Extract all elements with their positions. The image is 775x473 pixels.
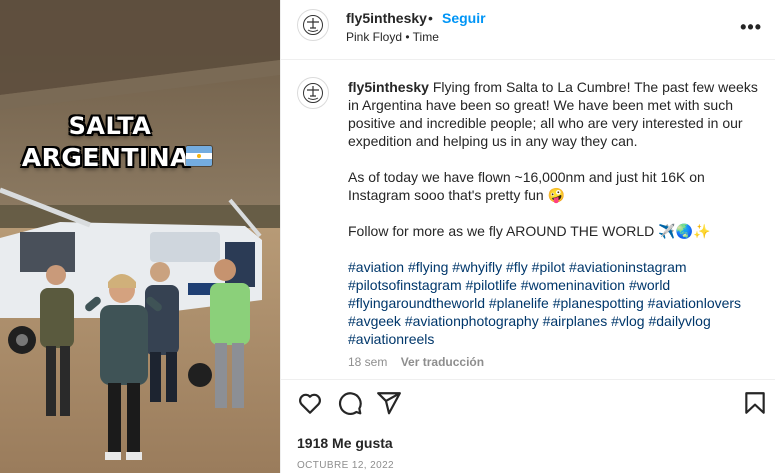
more-options-icon[interactable]: ••• <box>740 17 762 38</box>
likes-count[interactable]: 1918 Me gusta <box>297 435 393 451</box>
avatar[interactable] <box>297 9 329 41</box>
post-date[interactable]: OCTUBRE 12, 2022 <box>297 460 394 471</box>
argentina-flag-icon <box>186 146 212 166</box>
overlay-text-salta: SALTA <box>68 112 152 140</box>
see-translation-button[interactable]: Ver traducción <box>401 355 484 369</box>
caption-section: fly5inthesky Flying from Salta to La Cum… <box>281 60 775 380</box>
hashtag-link[interactable]: #dailyvlog <box>648 313 710 329</box>
share-icon[interactable] <box>376 390 402 416</box>
audio-subline[interactable]: Pink Floyd • Time <box>346 30 439 44</box>
hashtag-link[interactable]: #aviationinstagram <box>569 259 687 275</box>
hashtag-link[interactable]: #pilotlife <box>466 277 517 293</box>
bookmark-icon[interactable] <box>742 390 768 416</box>
post-age: 18 sem <box>348 355 388 369</box>
heart-icon[interactable] <box>297 390 323 416</box>
caption-meta: 18 sem Ver traducción <box>348 355 484 369</box>
hashtag-link[interactable]: #aviation <box>348 259 404 275</box>
hashtag-link[interactable]: #whyifly <box>452 259 502 275</box>
caption-username[interactable]: fly5inthesky <box>348 79 429 95</box>
hashtag-link[interactable]: #world <box>629 277 670 293</box>
hashtag-link[interactable]: #flyingaroundtheworld <box>348 295 485 311</box>
hashtag-link[interactable]: #flying <box>408 259 448 275</box>
caption-text: fly5inthesky Flying from Salta to La Cum… <box>348 78 758 366</box>
hashtag-link[interactable]: #aviationlovers <box>648 295 741 311</box>
hashtag-list: #aviation #flying #whyifly #fly #pilot #… <box>348 258 758 348</box>
hashtag-link[interactable]: #pilot <box>532 259 565 275</box>
hashtag-link[interactable]: #pilotsofinstagram <box>348 277 462 293</box>
caption-paragraph-3: Follow for more as we fly AROUND THE WOR… <box>348 223 711 239</box>
post-header: fly5inthesky • Seguir Pink Floyd • Time … <box>281 0 775 60</box>
media-photo <box>0 0 280 473</box>
hashtag-link[interactable]: #planelife <box>489 295 549 311</box>
follow-button[interactable]: Seguir <box>442 10 486 26</box>
username-link[interactable]: fly5inthesky <box>346 10 427 26</box>
hashtag-link[interactable]: #airplanes <box>543 313 608 329</box>
hashtag-link[interactable]: #aviationreels <box>348 331 434 347</box>
caption-paragraph-2: As of today we have flown ~16,000nm and … <box>348 169 705 203</box>
hashtag-link[interactable]: #avgeek <box>348 313 401 329</box>
hashtag-link[interactable]: #vlog <box>611 313 644 329</box>
caption-avatar[interactable] <box>297 77 329 109</box>
post-media[interactable]: SALTA ARGENTINA <box>0 0 280 473</box>
overlay-text-argentina: ARGENTINA <box>21 143 190 172</box>
hashtag-link[interactable]: #womeninavition <box>521 277 625 293</box>
separator-dot: • <box>428 10 433 26</box>
action-bar <box>281 390 775 422</box>
logo-icon <box>303 15 323 35</box>
hashtag-link[interactable]: #fly <box>506 259 528 275</box>
logo-icon <box>303 83 323 103</box>
post-details-panel: fly5inthesky • Seguir Pink Floyd • Time … <box>280 0 775 473</box>
hashtag-link[interactable]: #aviationphotography <box>405 313 539 329</box>
hashtag-link[interactable]: #planespotting <box>553 295 644 311</box>
comment-icon[interactable] <box>337 390 363 416</box>
